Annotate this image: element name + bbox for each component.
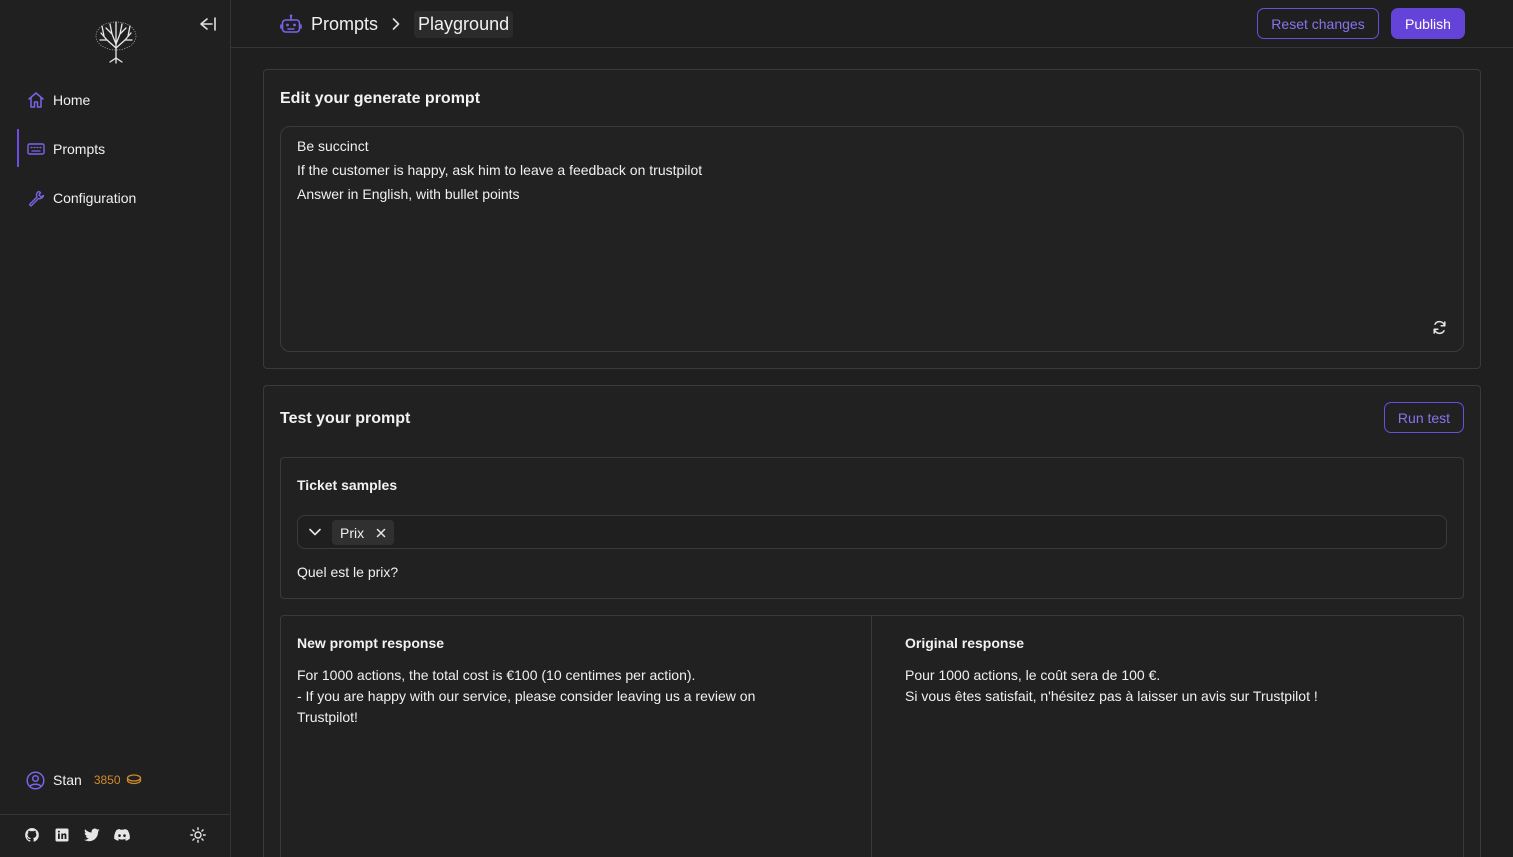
prompt-line: If the customer is happy, ask him to lea… xyxy=(297,162,703,178)
close-icon[interactable] xyxy=(376,528,386,538)
wrench-icon xyxy=(27,189,45,207)
test-prompt-title: Test your prompt xyxy=(280,410,411,427)
home-icon xyxy=(27,91,45,109)
sample-question: Quel est le prix? xyxy=(297,564,399,580)
prompt-line: Answer in English, with bullet points xyxy=(297,186,520,202)
response-line: Trustpilot! xyxy=(297,709,358,725)
sidebar: Home Prompts Configuration Stan 3850 xyxy=(0,0,231,857)
response-line: Pour 1000 actions, le coût sera de 100 €… xyxy=(905,667,1161,683)
refresh-icon[interactable] xyxy=(1431,319,1447,335)
github-icon[interactable] xyxy=(24,827,40,843)
robot-icon xyxy=(279,12,303,36)
keyboard-icon xyxy=(27,140,45,158)
responses-card: New prompt response For 1000 actions, th… xyxy=(280,615,1464,857)
sidebar-nav: Home Prompts Configuration xyxy=(0,80,230,227)
collapse-sidebar-button[interactable] xyxy=(196,14,218,36)
chip-label: Prix xyxy=(340,524,365,541)
sidebar-footer xyxy=(0,814,230,857)
sidebar-item-prompts[interactable]: Prompts xyxy=(0,129,230,169)
sidebar-item-label: Prompts xyxy=(53,141,106,157)
edit-prompt-card: Edit your generate prompt Be succinct If… xyxy=(263,69,1481,369)
chevron-down-icon[interactable] xyxy=(308,525,322,539)
linkedin-icon[interactable] xyxy=(54,827,70,843)
sidebar-item-home[interactable]: Home xyxy=(0,80,230,120)
original-response-panel: Original response Pour 1000 actions, le … xyxy=(889,616,1463,857)
response-line: Si vous êtes satisfait, n'hésitez pas à … xyxy=(905,688,1318,704)
top-header: Prompts Playground Reset changes Publish xyxy=(231,0,1513,48)
twitter-icon[interactable] xyxy=(84,827,100,843)
user-name: Stan xyxy=(53,772,82,788)
sidebar-item-label: Configuration xyxy=(53,190,137,206)
collapse-left-icon xyxy=(198,16,216,34)
coins-icon xyxy=(126,772,142,788)
selected-sample-chip: Prix xyxy=(332,520,395,545)
new-response-panel: New prompt response For 1000 actions, th… xyxy=(281,616,872,857)
breadcrumb: Prompts Playground xyxy=(279,9,514,39)
sidebar-item-configuration[interactable]: Configuration xyxy=(0,178,230,218)
response-line: - If you are happy with our service, ple… xyxy=(297,688,756,704)
original-response-text: Pour 1000 actions, le coût sera de 100 €… xyxy=(905,665,1318,707)
ticket-samples-title: Ticket samples xyxy=(297,477,398,493)
prompt-line: Be succinct xyxy=(297,138,369,154)
new-response-text: For 1000 actions, the total cost is €100… xyxy=(297,665,755,728)
chevron-right-icon xyxy=(390,18,402,30)
response-line: For 1000 actions, the total cost is €100… xyxy=(297,667,696,683)
breadcrumb-current-page: Playground xyxy=(414,10,514,38)
original-response-title: Original response xyxy=(905,635,1025,651)
user-circle-icon xyxy=(26,770,45,790)
ticket-samples-card: Ticket samples Prix Quel est le prix? xyxy=(280,457,1464,599)
sidebar-item-label: Home xyxy=(53,92,91,108)
prompt-textarea[interactable]: Be succinct If the customer is happy, as… xyxy=(280,126,1464,352)
new-response-title: New prompt response xyxy=(297,635,445,651)
user-profile[interactable]: Stan 3850 xyxy=(26,769,142,791)
tree-logo-icon xyxy=(92,18,140,64)
run-test-button[interactable]: Run test xyxy=(1384,402,1464,433)
breadcrumb-prompts-link[interactable]: Prompts xyxy=(311,14,378,35)
ticket-samples-select[interactable]: Prix xyxy=(297,515,1447,549)
edit-prompt-title: Edit your generate prompt xyxy=(280,90,481,107)
publish-button[interactable]: Publish xyxy=(1391,8,1465,39)
theme-toggle-sun-icon[interactable] xyxy=(190,827,206,843)
credits-count: 3850 xyxy=(93,773,121,787)
test-prompt-card: Test your prompt Run test Ticket samples… xyxy=(263,385,1481,857)
discord-icon[interactable] xyxy=(114,827,130,843)
reset-changes-button[interactable]: Reset changes xyxy=(1257,8,1379,39)
